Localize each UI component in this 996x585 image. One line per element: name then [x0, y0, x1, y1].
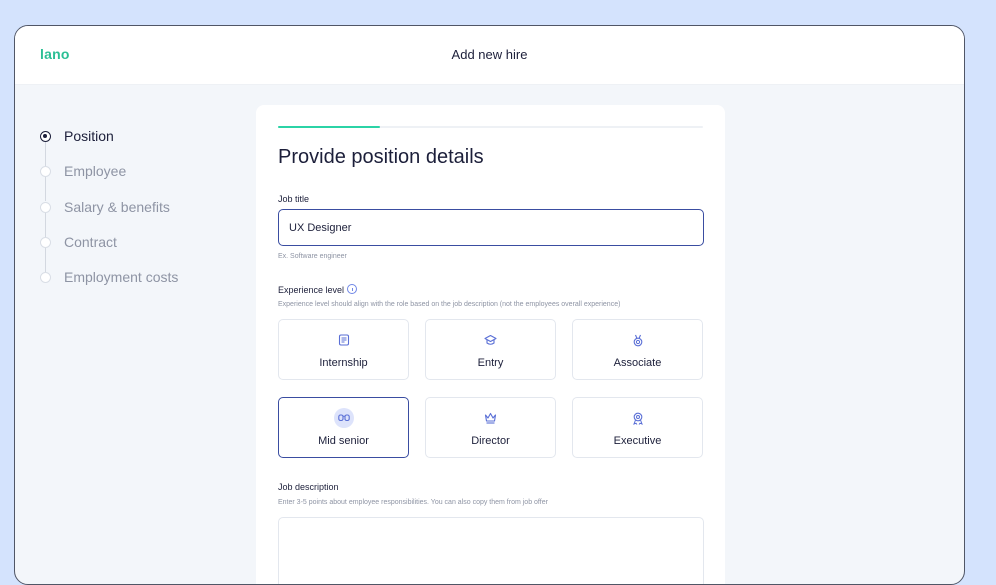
level-label: Entry	[477, 357, 504, 369]
stepper: Position Employee Salary & benefits Cont…	[40, 128, 178, 304]
level-option-executive[interactable]: Executive	[572, 397, 703, 458]
step-employee[interactable]: Employee	[40, 163, 178, 202]
level-option-mid-senior[interactable]: Mid senior	[278, 397, 409, 458]
experience-level-hint: Experience level should align with the r…	[278, 301, 621, 308]
experience-level-heading: Experience level	[278, 284, 358, 295]
job-title-hint: Ex. Software engineer	[278, 253, 347, 260]
level-option-director[interactable]: Director	[425, 397, 556, 458]
step-active-radio-icon	[40, 131, 51, 142]
glasses-icon	[333, 408, 354, 428]
job-title-label: Job title	[278, 194, 310, 204]
crown-icon	[483, 410, 499, 426]
progress-bar	[278, 126, 703, 128]
step-radio-icon	[40, 236, 51, 248]
step-radio-icon	[40, 272, 51, 284]
level-option-entry[interactable]: Entry	[425, 319, 556, 380]
level-label: Director	[471, 435, 510, 447]
top-header: lano Add new hire	[15, 26, 964, 85]
medal-icon	[630, 332, 646, 348]
step-label: Position	[64, 128, 114, 144]
step-radio-icon	[40, 201, 51, 213]
step-salary-benefits[interactable]: Salary & benefits	[40, 198, 178, 237]
step-connector	[45, 177, 46, 202]
step-radio-icon	[40, 166, 51, 178]
job-description-textarea[interactable]	[278, 517, 704, 584]
step-connector	[45, 212, 46, 237]
step-label: Employment costs	[64, 269, 179, 286]
level-option-associate[interactable]: Associate	[572, 319, 703, 380]
level-label: Internship	[319, 357, 368, 369]
step-label: Contract	[64, 233, 117, 250]
progress-fill	[278, 126, 380, 128]
level-label: Executive	[613, 435, 662, 447]
page-title: Add new hire	[451, 47, 528, 62]
step-connector	[45, 247, 46, 272]
document-icon	[336, 332, 352, 348]
step-contract[interactable]: Contract	[40, 233, 178, 272]
position-form-card: Provide position details Job title Ex. S…	[256, 105, 725, 584]
graduation-cap-icon	[483, 332, 499, 348]
experience-level-label: Experience level	[278, 285, 345, 295]
step-connector	[45, 142, 46, 166]
job-description-label: Job description	[278, 482, 339, 492]
info-icon[interactable]	[347, 284, 358, 294]
level-label: Associate	[613, 357, 662, 369]
app-window: lano Add new hire Position Employee Sala…	[14, 25, 965, 585]
step-position[interactable]: Position	[40, 128, 178, 166]
job-title-input[interactable]	[278, 209, 704, 246]
level-label: Mid senior	[318, 435, 369, 447]
step-label: Employee	[64, 163, 127, 180]
level-option-internship[interactable]: Internship	[278, 319, 409, 380]
step-employment-costs[interactable]: Employment costs	[40, 269, 178, 304]
job-description-hint: Enter 3-5 points about employee responsi…	[278, 499, 548, 506]
step-label: Salary & benefits	[64, 198, 170, 215]
form-title: Provide position details	[278, 146, 484, 168]
award-icon	[630, 410, 646, 426]
